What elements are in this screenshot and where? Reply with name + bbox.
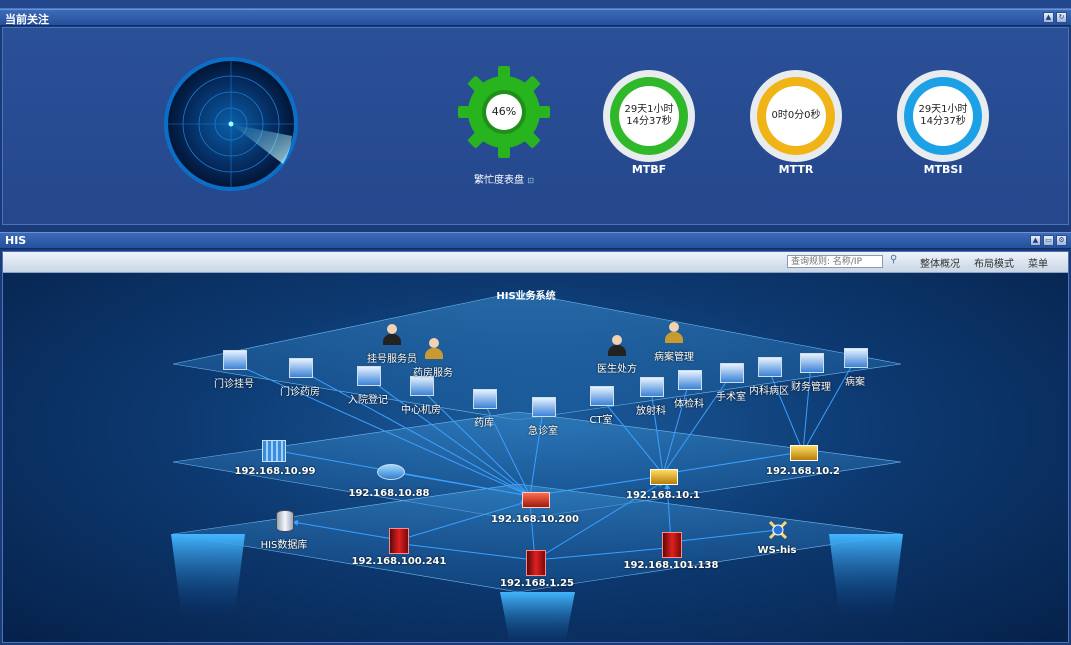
node-label: 放射科 bbox=[636, 406, 666, 417]
node-label: 192.168.10.2 bbox=[765, 466, 841, 477]
node-label: 急诊室 bbox=[528, 426, 558, 437]
node-person-1[interactable] bbox=[383, 324, 401, 346]
node-label: 门诊挂号 bbox=[214, 379, 254, 390]
node-label: 192.168.10.200 bbox=[491, 514, 579, 525]
node-label: 体检科 bbox=[674, 399, 704, 410]
node-server-1[interactable] bbox=[389, 528, 409, 554]
node-label: 192.168.10.99 bbox=[234, 466, 316, 477]
node-label: WS-his bbox=[757, 545, 797, 556]
node-label: 192.168.101.138 bbox=[623, 560, 719, 571]
node-label: 入院登记 bbox=[348, 395, 388, 406]
node-database[interactable] bbox=[276, 510, 294, 532]
node-label: 中心机房 bbox=[401, 405, 441, 416]
node-person-2[interactable] bbox=[425, 338, 443, 360]
node-label: 192.168.10.1 bbox=[625, 490, 701, 501]
node-firewall[interactable] bbox=[262, 440, 286, 462]
system-title: HIS业务系统 bbox=[496, 291, 556, 302]
ring-mtbf[interactable]: 29天1小时 14分37秒 bbox=[601, 68, 697, 164]
node-label: 挂号服务员 bbox=[367, 354, 417, 365]
node-service[interactable] bbox=[767, 519, 789, 541]
node-router[interactable] bbox=[377, 464, 405, 480]
pillar-center bbox=[500, 592, 575, 642]
node-label: HIS数据库 bbox=[260, 540, 308, 551]
node-pc-7[interactable] bbox=[590, 386, 614, 406]
refresh-icon[interactable]: ↻ bbox=[1056, 12, 1067, 23]
node-pc-3[interactable] bbox=[357, 366, 381, 386]
panel-focus-title: 当前关注 bbox=[5, 13, 49, 26]
node-pc-13[interactable] bbox=[844, 348, 868, 368]
busy-gauge-value: 46% bbox=[491, 105, 517, 118]
node-pc-9[interactable] bbox=[678, 370, 702, 390]
node-server-3[interactable] bbox=[662, 532, 682, 558]
node-pc-10[interactable] bbox=[720, 363, 744, 383]
collapse-icon[interactable]: ▲ bbox=[1030, 235, 1041, 246]
node-label: 病案管理 bbox=[654, 352, 694, 363]
node-person-4[interactable] bbox=[665, 322, 683, 344]
radar-icon bbox=[164, 57, 298, 191]
collapse-icon[interactable]: ▲ bbox=[1043, 12, 1054, 23]
ring-mtbf-line1: 29天1小时 bbox=[624, 104, 674, 115]
node-label: 192.168.100.241 bbox=[351, 556, 447, 567]
panel-focus-header: 当前关注 ▲ ↻ bbox=[0, 9, 1071, 26]
node-label: 财务管理 bbox=[791, 382, 831, 393]
ring-mttr[interactable]: 0时0分0秒 bbox=[748, 68, 844, 164]
person-icon bbox=[429, 338, 439, 348]
pillar-right bbox=[829, 534, 903, 612]
node-pc-1[interactable] bbox=[223, 350, 247, 370]
ring-mtbsi-line1: 29天1小时 bbox=[918, 104, 968, 115]
panel-his-header: HIS ▲ ▭ ⚙ bbox=[0, 232, 1071, 249]
busy-gauge-label: 繁忙度表盘 ⊡ bbox=[459, 171, 549, 186]
node-pc-2[interactable] bbox=[289, 358, 313, 378]
panel-his-title: HIS bbox=[5, 234, 27, 247]
node-pc-12[interactable] bbox=[800, 353, 824, 373]
person-icon bbox=[669, 322, 679, 332]
ring-mtbsi-label: MTBSI bbox=[923, 163, 963, 176]
node-pc-8[interactable] bbox=[640, 377, 664, 397]
node-label: 药库 bbox=[474, 418, 494, 429]
node-switch-2[interactable] bbox=[790, 445, 818, 461]
node-pc-6[interactable] bbox=[532, 397, 556, 417]
node-switch-red[interactable] bbox=[522, 492, 550, 508]
maximize-icon[interactable]: ▭ bbox=[1043, 235, 1054, 246]
ring-mtbsi[interactable]: 29天1小时 14分37秒 bbox=[895, 68, 991, 164]
node-label: 药房服务 bbox=[413, 368, 453, 379]
node-pc-4[interactable] bbox=[410, 376, 434, 396]
topology-canvas: ⚲ 整体概况 布局模式 菜单 bbox=[2, 251, 1069, 643]
settings-icon[interactable]: ⚙ bbox=[1056, 235, 1067, 246]
ring-mtbsi-line2: 14分37秒 bbox=[920, 116, 966, 127]
node-label: 病案 bbox=[845, 377, 865, 388]
node-label: 192.168.10.88 bbox=[348, 488, 430, 499]
panel-focus-body: 46% 繁忙度表盘 ⊡ 29天1小时 14分37秒 MTBF 0时0分0秒 MT… bbox=[2, 27, 1069, 225]
pillar-left bbox=[171, 534, 245, 612]
node-label: CT室 bbox=[589, 415, 613, 426]
node-label: 手术室 bbox=[716, 392, 746, 403]
ring-mtbf-label: MTBF bbox=[631, 163, 667, 176]
busy-gauge-label-text: 繁忙度表盘 bbox=[474, 175, 525, 186]
ring-mtbf-line2: 14分37秒 bbox=[626, 116, 672, 127]
node-label: 门诊药房 bbox=[280, 387, 320, 398]
person-icon bbox=[612, 335, 622, 345]
person-icon bbox=[387, 324, 397, 334]
node-pc-11[interactable] bbox=[758, 357, 782, 377]
node-label: 医生处方 bbox=[597, 364, 637, 375]
node-switch-1[interactable] bbox=[650, 469, 678, 485]
node-server-2[interactable] bbox=[526, 550, 546, 576]
ring-mttr-label: MTTR bbox=[778, 163, 814, 176]
chart-icon[interactable]: ⊡ bbox=[527, 176, 534, 185]
service-icon bbox=[768, 520, 788, 540]
node-person-3[interactable] bbox=[608, 335, 626, 357]
ring-mttr-line1: 0时0分0秒 bbox=[771, 110, 821, 121]
node-label: 内科病区 bbox=[749, 386, 789, 397]
node-pc-5[interactable] bbox=[473, 389, 497, 409]
top-strip bbox=[0, 0, 1071, 9]
node-label: 192.168.1.25 bbox=[499, 578, 575, 589]
